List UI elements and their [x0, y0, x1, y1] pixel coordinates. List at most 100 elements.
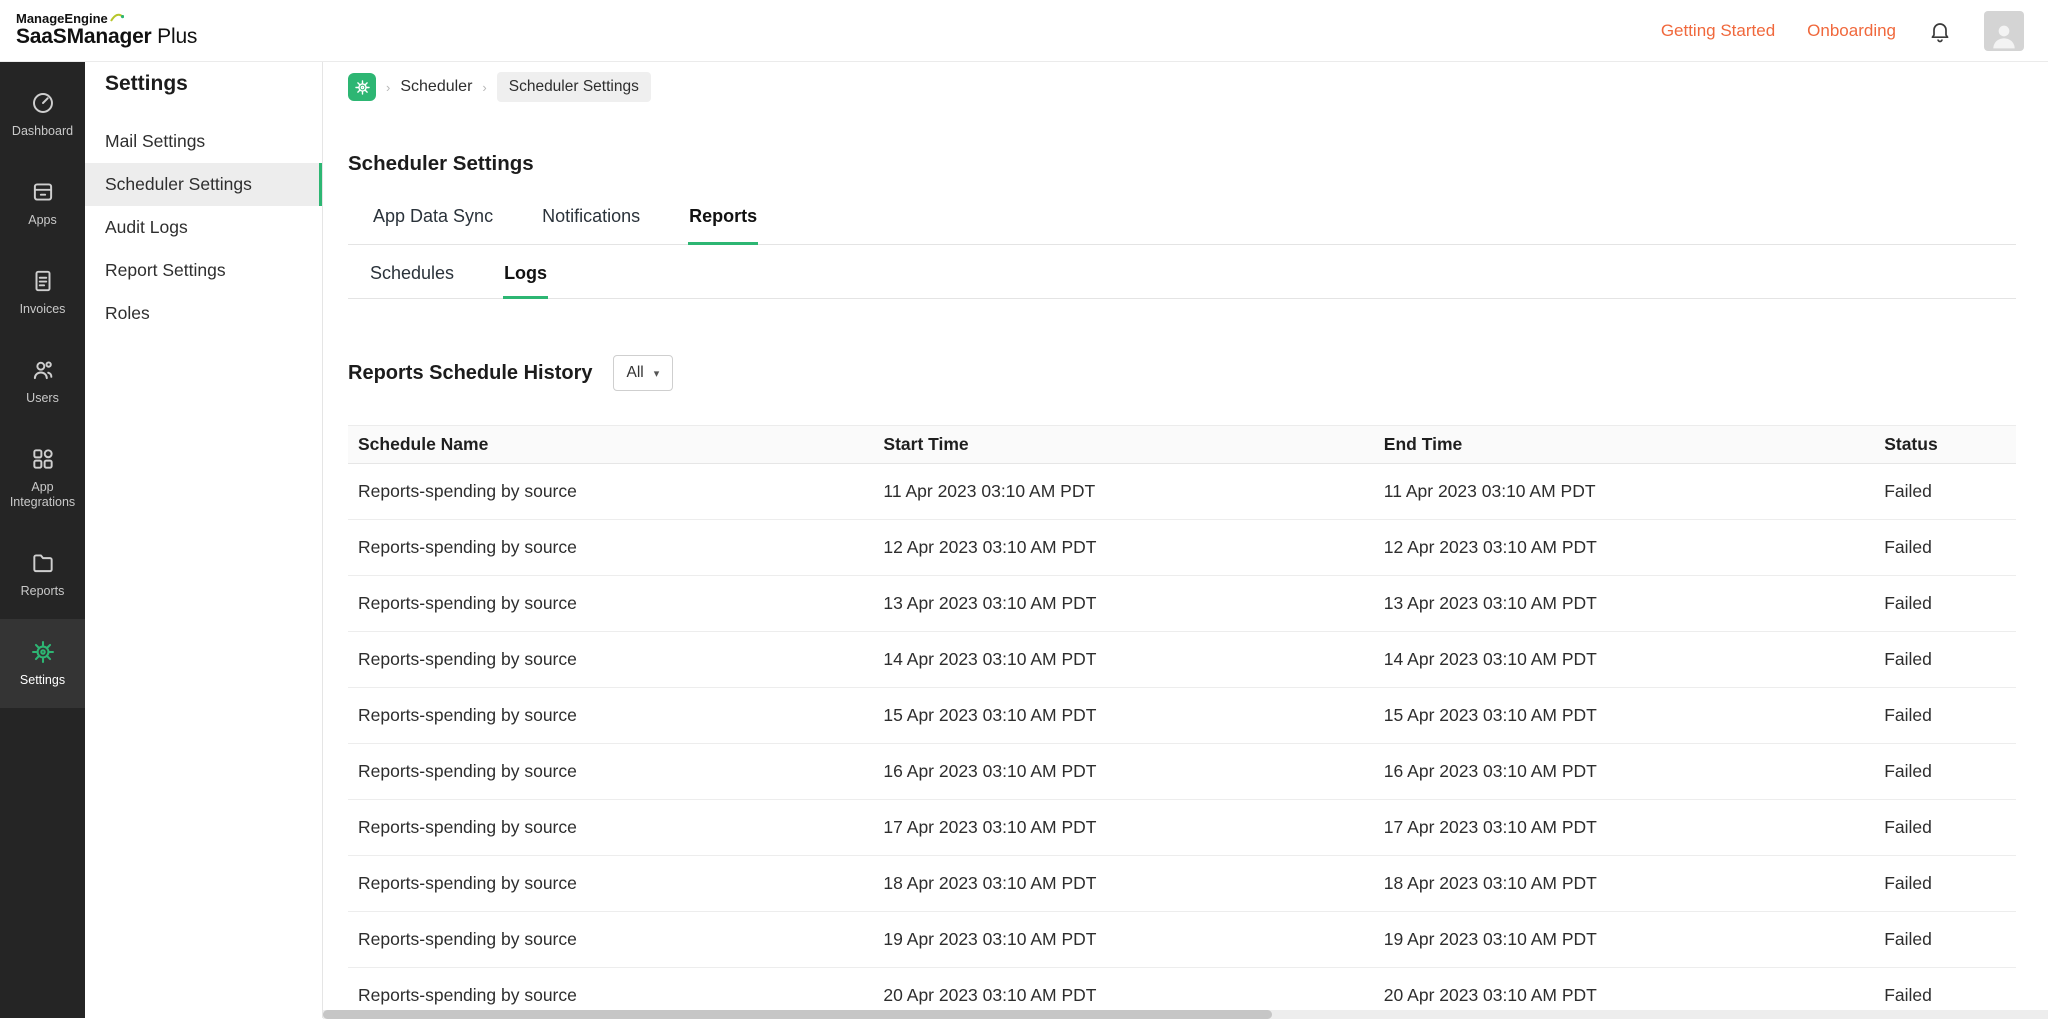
cell-status: Failed — [1874, 912, 2016, 968]
cell-end-time: 11 Apr 2023 03:10 AM PDT — [1374, 464, 1874, 520]
cell-status: Failed — [1874, 464, 2016, 520]
app-integrations-icon — [30, 446, 56, 472]
cell-status: Failed — [1874, 800, 2016, 856]
settings-nav-report-settings[interactable]: Report Settings — [85, 249, 322, 292]
sidebar-item-app-integrations[interactable]: App Integrations — [0, 426, 85, 530]
cell-schedule-name: Reports-spending by source — [348, 800, 873, 856]
cell-schedule-name: Reports-spending by source — [348, 912, 873, 968]
primary-sidebar: Dashboard Apps Invoices Users App Integr… — [0, 62, 85, 1018]
brand-logo: ManageEngine SaaSManager Plus — [16, 12, 197, 48]
cell-schedule-name: Reports-spending by source — [348, 744, 873, 800]
column-header: End Time — [1374, 426, 1874, 464]
invoices-icon — [30, 268, 56, 294]
settings-nav-audit-logs[interactable]: Audit Logs — [85, 206, 322, 249]
cell-status: Failed — [1874, 520, 2016, 576]
breadcrumb-current: Scheduler Settings — [497, 72, 651, 102]
dashboard-icon — [30, 90, 56, 116]
cell-schedule-name: Reports-spending by source — [348, 856, 873, 912]
column-header: Schedule Name — [348, 426, 873, 464]
reports-icon — [30, 550, 56, 576]
cell-start-time: 13 Apr 2023 03:10 AM PDT — [873, 576, 1373, 632]
settings-gear-icon[interactable] — [348, 73, 376, 101]
main-content: › Scheduler › Scheduler Settings Schedul… — [323, 62, 2048, 1018]
cell-status: Failed — [1874, 744, 2016, 800]
cell-schedule-name: Reports-spending by source — [348, 576, 873, 632]
getting-started-link[interactable]: Getting Started — [1661, 21, 1775, 41]
cell-end-time: 13 Apr 2023 03:10 AM PDT — [1374, 576, 1874, 632]
table-row[interactable]: Reports-spending by source 15 Apr 2023 0… — [348, 688, 2016, 744]
table-row[interactable]: Reports-spending by source 16 Apr 2023 0… — [348, 744, 2016, 800]
tab-reports[interactable]: Reports — [688, 200, 758, 245]
settings-gear-icon — [30, 639, 56, 665]
topbar: ManageEngine SaaSManager Plus Getting St… — [0, 0, 2048, 62]
cell-end-time: 18 Apr 2023 03:10 AM PDT — [1374, 856, 1874, 912]
cell-status: Failed — [1874, 632, 2016, 688]
table-header-row: Schedule NameStart TimeEnd TimeStatus — [348, 426, 2016, 464]
sidebar-item-apps[interactable]: Apps — [0, 159, 85, 248]
horizontal-scrollbar[interactable] — [323, 1010, 2048, 1019]
cell-start-time: 15 Apr 2023 03:10 AM PDT — [873, 688, 1373, 744]
cell-end-time: 15 Apr 2023 03:10 AM PDT — [1374, 688, 1874, 744]
cell-end-time: 16 Apr 2023 03:10 AM PDT — [1374, 744, 1874, 800]
cell-end-time: 19 Apr 2023 03:10 AM PDT — [1374, 912, 1874, 968]
breadcrumb-scheduler-link[interactable]: Scheduler — [400, 78, 472, 96]
cell-status: Failed — [1874, 576, 2016, 632]
table-row[interactable]: Reports-spending by source 14 Apr 2023 0… — [348, 632, 2016, 688]
notifications-bell-icon[interactable] — [1928, 19, 1952, 43]
page-title: Scheduler Settings — [348, 152, 2016, 176]
cell-schedule-name: Reports-spending by source — [348, 688, 873, 744]
topbar-actions: Getting Started Onboarding — [1661, 11, 2024, 51]
table-row[interactable]: Reports-spending by source 12 Apr 2023 0… — [348, 520, 2016, 576]
table-row[interactable]: Reports-spending by source 17 Apr 2023 0… — [348, 800, 2016, 856]
cell-schedule-name: Reports-spending by source — [348, 632, 873, 688]
settings-nav-roles[interactable]: Roles — [85, 292, 322, 335]
cell-start-time: 11 Apr 2023 03:10 AM PDT — [873, 464, 1373, 520]
chevron-down-icon: ▾ — [654, 367, 660, 380]
column-header: Status — [1874, 426, 2016, 464]
user-avatar[interactable] — [1984, 11, 2024, 51]
history-title: Reports Schedule History — [348, 362, 593, 385]
cell-start-time: 12 Apr 2023 03:10 AM PDT — [873, 520, 1373, 576]
settings-nav-mail-settings[interactable]: Mail Settings — [85, 120, 322, 163]
cell-status: Failed — [1874, 856, 2016, 912]
schedule-history-table: Schedule NameStart TimeEnd TimeStatus Re… — [348, 425, 2016, 1019]
cell-schedule-name: Reports-spending by source — [348, 520, 873, 576]
cell-end-time: 17 Apr 2023 03:10 AM PDT — [1374, 800, 1874, 856]
sidebar-item-settings[interactable]: Settings — [0, 619, 85, 708]
cell-end-time: 12 Apr 2023 03:10 AM PDT — [1374, 520, 1874, 576]
onboarding-link[interactable]: Onboarding — [1807, 21, 1896, 41]
history-filter-value: All — [627, 364, 644, 382]
breadcrumb-separator-icon: › — [482, 80, 486, 95]
sidebar-item-reports[interactable]: Reports — [0, 530, 85, 619]
cell-status: Failed — [1874, 688, 2016, 744]
tabs-bar: App Data Sync Notifications Reports — [348, 200, 2016, 245]
brand-product-text: SaaSManager Plus — [16, 25, 197, 48]
breadcrumb-separator-icon: › — [386, 80, 390, 95]
cell-start-time: 19 Apr 2023 03:10 AM PDT — [873, 912, 1373, 968]
cell-end-time: 14 Apr 2023 03:10 AM PDT — [1374, 632, 1874, 688]
sidebar-item-dashboard[interactable]: Dashboard — [0, 70, 85, 159]
cell-start-time: 14 Apr 2023 03:10 AM PDT — [873, 632, 1373, 688]
tab-app-data-sync[interactable]: App Data Sync — [372, 200, 494, 245]
horizontal-scrollbar-thumb[interactable] — [323, 1010, 1272, 1019]
table-row[interactable]: Reports-spending by source 13 Apr 2023 0… — [348, 576, 2016, 632]
table-row[interactable]: Reports-spending by source 11 Apr 2023 0… — [348, 464, 2016, 520]
cell-start-time: 17 Apr 2023 03:10 AM PDT — [873, 800, 1373, 856]
sidebar-item-invoices[interactable]: Invoices — [0, 248, 85, 337]
table-row[interactable]: Reports-spending by source 18 Apr 2023 0… — [348, 856, 2016, 912]
tab-notifications[interactable]: Notifications — [541, 200, 641, 245]
sidebar-item-users[interactable]: Users — [0, 337, 85, 426]
history-filter-dropdown[interactable]: All ▾ — [613, 355, 674, 391]
table-row[interactable]: Reports-spending by source 19 Apr 2023 0… — [348, 912, 2016, 968]
users-icon — [30, 357, 56, 383]
cell-schedule-name: Reports-spending by source — [348, 464, 873, 520]
settings-nav-list: Mail SettingsScheduler SettingsAudit Log… — [85, 120, 322, 335]
brand-manageengine-text: ManageEngine — [16, 12, 108, 25]
settings-sidebar-title: Settings — [85, 72, 322, 96]
subtabs-bar: Schedules Logs — [348, 247, 2016, 299]
cell-start-time: 16 Apr 2023 03:10 AM PDT — [873, 744, 1373, 800]
settings-nav-scheduler-settings[interactable]: Scheduler Settings — [85, 163, 322, 206]
subtab-logs[interactable]: Logs — [503, 247, 548, 299]
apps-icon — [30, 179, 56, 205]
subtab-schedules[interactable]: Schedules — [369, 247, 455, 299]
